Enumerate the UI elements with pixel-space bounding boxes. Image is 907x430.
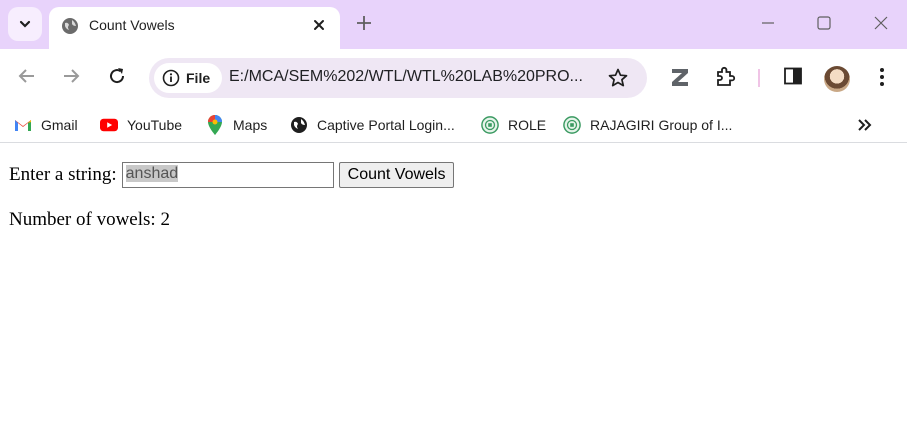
- input-value: anshad: [125, 165, 179, 182]
- maximize-icon[interactable]: [816, 15, 832, 31]
- role-icon: [481, 116, 499, 134]
- tab-search-button[interactable]: [8, 7, 42, 41]
- string-input[interactable]: anshad: [121, 162, 334, 188]
- globe-icon: [290, 116, 308, 134]
- window-close-icon[interactable]: [873, 15, 889, 31]
- tab-title: Count Vowels: [89, 17, 175, 33]
- bookmark-label: YouTube: [127, 117, 183, 133]
- address-bar[interactable]: File E:/MCA/SEM%202/WTL/WTL%20LAB%20PRO.…: [149, 58, 647, 98]
- bookmark-label: Maps: [233, 117, 268, 133]
- forward-arrow-icon[interactable]: [61, 66, 81, 86]
- info-icon: [162, 69, 180, 87]
- bookmark-label: RAJAGIRI Group of I...: [590, 117, 733, 133]
- bookmark-rajagiri[interactable]: RAJAGIRI Group of I...: [563, 116, 732, 134]
- gmail-icon: [14, 116, 32, 134]
- globe-icon: [62, 18, 78, 34]
- toolbar: File E:/MCA/SEM%202/WTL/WTL%20LAB%20PRO.…: [0, 49, 907, 107]
- menu-kebab-icon[interactable]: [873, 66, 891, 88]
- z-extension-icon[interactable]: [670, 66, 690, 88]
- bookmark-label: ROLE: [508, 117, 547, 133]
- chevron-double-right-icon[interactable]: [856, 117, 874, 133]
- active-tab[interactable]: Count Vowels: [49, 7, 340, 49]
- tab-strip: Count Vowels: [0, 0, 907, 49]
- back-arrow-icon[interactable]: [17, 66, 37, 86]
- reload-icon[interactable]: [107, 66, 127, 86]
- result-text: Number of vowels: 2: [9, 209, 170, 231]
- result-value: 2: [160, 209, 170, 230]
- new-tab-icon[interactable]: [354, 13, 374, 33]
- maps-icon: [206, 115, 224, 135]
- bookmark-role[interactable]: ROLE: [481, 116, 546, 134]
- bookmark-star-icon[interactable]: [607, 67, 629, 89]
- result-label: Number of vowels:: [9, 209, 156, 230]
- minimize-icon[interactable]: [760, 14, 776, 30]
- extensions-puzzle-icon[interactable]: [714, 66, 736, 88]
- youtube-icon: [100, 116, 118, 134]
- input-row: Enter a string: anshad Count Vowels: [9, 162, 455, 188]
- url-text[interactable]: E:/MCA/SEM%202/WTL/WTL%20LAB%20PRO...: [229, 68, 583, 86]
- close-icon[interactable]: [310, 16, 328, 34]
- side-panel-icon[interactable]: [783, 66, 803, 86]
- rajagiri-icon: [563, 116, 581, 134]
- bookmark-youtube[interactable]: YouTube: [100, 116, 182, 134]
- chevron-down-icon: [19, 20, 31, 28]
- toolbar-divider: [758, 69, 760, 87]
- bookmark-label: Gmail: [41, 117, 78, 133]
- bookmark-gmail[interactable]: Gmail: [14, 116, 78, 134]
- profile-avatar[interactable]: [824, 66, 850, 92]
- chip-label: File: [186, 70, 211, 86]
- bookmarks-bar: Gmail YouTube Maps Captive Portal Login.…: [0, 107, 907, 143]
- bookmark-captive-portal[interactable]: Captive Portal Login...: [290, 116, 455, 134]
- count-vowels-button[interactable]: Count Vowels: [338, 162, 455, 188]
- string-label: Enter a string:: [9, 164, 117, 185]
- bookmark-maps[interactable]: Maps: [206, 115, 268, 135]
- page-content: Enter a string: anshad Count Vowels Numb…: [0, 151, 907, 430]
- bookmark-label: Captive Portal Login...: [317, 117, 455, 133]
